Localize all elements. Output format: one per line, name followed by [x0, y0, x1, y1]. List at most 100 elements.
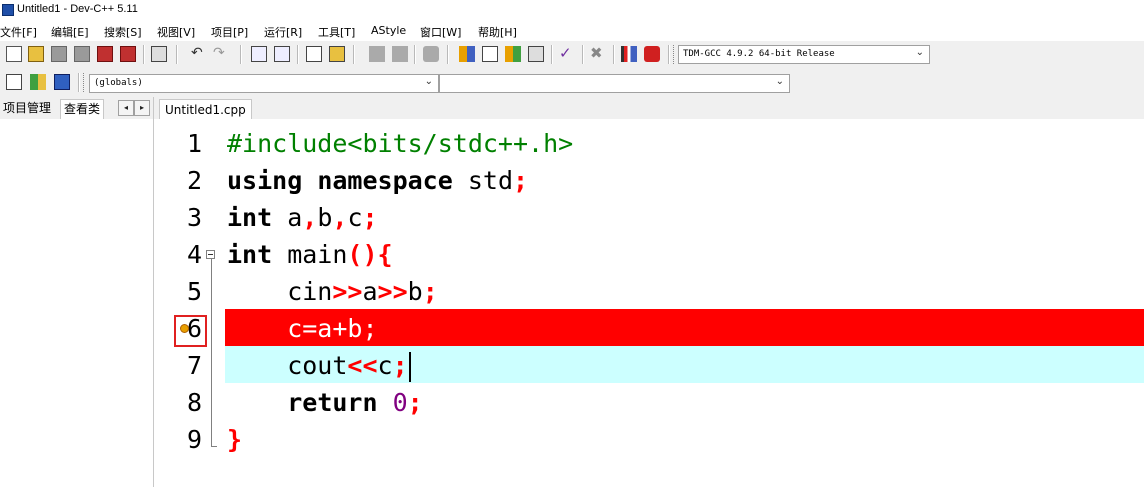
code-line-8: return 0; — [227, 384, 423, 421]
menu-file[interactable]: 文件[F] — [0, 24, 37, 40]
line-number: 7 — [186, 351, 202, 380]
code-token: ; — [513, 166, 529, 195]
line-number: 9 — [186, 425, 202, 454]
fold-end-marker — [211, 446, 217, 447]
close-file-icon[interactable] — [97, 46, 113, 62]
window-title: Untitled1 - Dev-C++ 5.11 — [17, 3, 138, 15]
menu-window[interactable]: 窗口[W] — [420, 24, 461, 40]
redo-icon[interactable]: ↷ — [213, 46, 229, 62]
code-token: a — [362, 277, 378, 306]
profile-chart-icon[interactable] — [621, 46, 637, 62]
unindent-icon[interactable] — [329, 46, 345, 62]
code-editor[interactable]: 1 2 3 4 5 6 7 8 9 #include<bits/stdc++.h… — [154, 119, 1144, 487]
toolbar-separator — [414, 45, 416, 64]
undo-icon[interactable]: ↶ — [191, 46, 207, 62]
scope-select[interactable]: (globals) ⌄ — [89, 74, 439, 93]
indent-icon[interactable] — [306, 46, 322, 62]
code-token: main — [272, 240, 348, 269]
code-token: int — [227, 203, 273, 232]
code-token: cin — [227, 277, 333, 306]
tab-class-browser[interactable]: 查看类 — [60, 99, 105, 119]
menu-help[interactable]: 帮助[H] — [478, 24, 517, 40]
goto-definition-icon[interactable] — [54, 74, 70, 90]
compile-icon[interactable] — [459, 46, 475, 62]
menu-astyle[interactable]: AStyle — [371, 24, 406, 37]
new-file-icon[interactable] — [6, 46, 22, 62]
text-cursor — [408, 352, 411, 382]
toolbar-separator — [582, 45, 584, 64]
line-number: 8 — [186, 388, 202, 417]
code-line-5: cin>>a>>b; — [227, 273, 438, 310]
run-icon[interactable] — [482, 46, 498, 62]
class-toolbar: (globals) ⌄ ⌄ — [0, 69, 1144, 97]
chevron-down-icon: ⌄ — [424, 76, 433, 87]
code-line-4: int main(){ — [227, 236, 393, 273]
code-token: std — [452, 166, 514, 195]
line-number: 5 — [186, 277, 202, 306]
save-all-icon[interactable] — [74, 46, 90, 62]
toolbar-separator — [143, 45, 145, 64]
breakpoint-icon[interactable] — [180, 324, 189, 333]
delete-profile-icon[interactable] — [644, 46, 660, 62]
code-line-7: cout<<c; — [227, 347, 411, 384]
stop-execution-icon[interactable]: ✖ — [590, 46, 606, 62]
code-token: ; — [362, 203, 378, 232]
toolbar-separator — [613, 45, 615, 64]
code-token: int — [227, 240, 273, 269]
code-token: b — [407, 277, 423, 306]
print-icon[interactable] — [151, 46, 167, 62]
find-icon[interactable] — [251, 46, 267, 62]
menu-view[interactable]: 视图[V] — [157, 24, 195, 40]
menu-run[interactable]: 运行[R] — [264, 24, 302, 40]
code-token: , — [302, 203, 318, 232]
project-panel-tabs: 项目管理 查看类 ◂ ▸ — [0, 97, 153, 119]
code-token: } — [227, 425, 243, 454]
code-line-6: c=a+b; — [227, 310, 378, 347]
rebuild-icon[interactable] — [528, 46, 544, 62]
goto-forward-icon[interactable] — [392, 46, 408, 62]
menu-project[interactable]: 项目[P] — [211, 24, 248, 40]
line-number-gutter[interactable]: 1 2 3 4 5 6 7 8 9 — [154, 119, 224, 487]
code-line-2: using namespace std; — [227, 162, 528, 199]
toolbar-separator — [353, 45, 355, 64]
toggle-bookmark-icon[interactable] — [423, 46, 439, 62]
code-token: cout — [227, 351, 348, 380]
toolbar-separator — [551, 45, 553, 64]
menu-edit[interactable]: 编辑[E] — [51, 24, 89, 40]
toolbar-grip[interactable] — [83, 73, 87, 92]
code-token: namespace — [317, 166, 453, 195]
code-token: >> — [332, 277, 363, 306]
compile-run-icon[interactable] — [505, 46, 521, 62]
tab-untitled1-cpp[interactable]: Untitled1.cpp — [159, 99, 252, 120]
save-icon[interactable] — [51, 46, 67, 62]
tab-project-manager[interactable]: 项目管理 — [0, 99, 54, 118]
toolbar-separator — [297, 45, 299, 64]
close-all-icon[interactable] — [120, 46, 136, 62]
goto-back-icon[interactable] — [369, 46, 385, 62]
tab-scroll-left-icon[interactable]: ◂ — [118, 100, 134, 116]
open-file-icon[interactable] — [28, 46, 44, 62]
code-line-1: #include<bits/stdc++.h> — [227, 125, 573, 162]
code-token: ; — [392, 351, 408, 380]
symbol-select[interactable]: ⌄ — [439, 74, 790, 93]
insert-code-icon[interactable] — [6, 74, 22, 90]
project-panel: 项目管理 查看类 ◂ ▸ — [0, 97, 154, 487]
menu-tools[interactable]: 工具[T] — [318, 24, 355, 40]
fold-collapse-icon[interactable] — [206, 250, 215, 259]
menu-search[interactable]: 搜索[S] — [104, 24, 142, 40]
goto-declaration-icon[interactable] — [30, 74, 46, 90]
toolbar-separator — [240, 45, 242, 64]
chevron-down-icon: ⌄ — [775, 76, 784, 87]
toolbar-separator — [447, 45, 449, 64]
syntax-check-icon[interactable]: ✓ — [559, 46, 575, 62]
code-token: a — [272, 203, 303, 232]
compiler-select[interactable]: TDM-GCC 4.9.2 64-bit Release ⌄ — [678, 45, 930, 64]
code-token: return — [287, 388, 378, 417]
tab-scroll-right-icon[interactable]: ▸ — [134, 100, 150, 116]
compiler-select-value: TDM-GCC 4.9.2 64-bit Release — [683, 49, 835, 59]
code-token: c=a+b; — [227, 314, 378, 343]
replace-icon[interactable] — [274, 46, 290, 62]
toolbar-grip[interactable] — [673, 45, 677, 64]
